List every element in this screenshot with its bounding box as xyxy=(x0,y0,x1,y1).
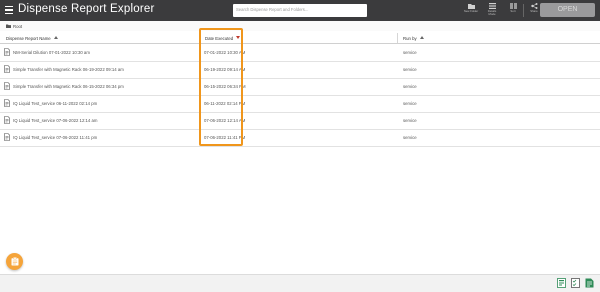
table-row[interactable]: Simple Transfer with Magnetic Rack 06-19… xyxy=(0,61,600,79)
report-document-icon xyxy=(4,65,10,73)
folder-icon xyxy=(6,24,11,28)
breadcrumb: Root xyxy=(0,21,600,31)
toolbar-divider xyxy=(523,4,524,17)
column-divider[interactable] xyxy=(397,33,398,43)
document-green-icon[interactable] xyxy=(585,278,594,288)
run-by: service xyxy=(403,67,417,72)
table-row[interactable]: IQ Liquid Test_service 07-06-2022 11:41 … xyxy=(0,129,600,147)
column-runby-label: Run by xyxy=(403,35,417,41)
checklist-icon[interactable] xyxy=(571,278,580,288)
sort-button[interactable]: Sort xyxy=(505,3,521,13)
app-header: Dispense Report Explorer Search Dispense… xyxy=(0,0,600,21)
column-header-name[interactable]: Dispense Report Name xyxy=(6,35,58,41)
table-row[interactable]: IQ Liquid Test_service 06-11-2022 02:14 … xyxy=(0,95,600,113)
table-header: Dispense Report Name Date Executed Run b… xyxy=(0,33,600,44)
report-document-icon xyxy=(4,82,10,90)
report-name: Simple Transfer with Magnetic Rack 06-19… xyxy=(13,67,124,72)
report-document-icon xyxy=(4,48,10,56)
column-name-label: Dispense Report Name xyxy=(6,35,51,41)
report-name: NM-Serial Dilution 07-01-2022 10:30 am xyxy=(13,50,90,55)
report-name: IQ Liquid Test_service 07-06-2022 11:41 … xyxy=(13,135,98,140)
app-title: Dispense Report Explorer xyxy=(18,3,155,15)
new-folder-label: New Folder xyxy=(463,9,479,13)
table-row[interactable]: IQ Liquid Test_service 07-06-2022 12:14 … xyxy=(0,112,600,130)
open-button[interactable]: OPEN xyxy=(540,3,595,17)
run-by: service xyxy=(403,135,417,140)
report-document-icon xyxy=(4,99,10,107)
table-row[interactable]: NM-Serial Dilution 07-01-2022 10:30 am 0… xyxy=(0,44,600,62)
report-document-icon xyxy=(4,116,10,124)
sort-label: Sort xyxy=(510,9,516,13)
search-placeholder: Search Dispense Report and Folders... xyxy=(236,7,309,12)
new-folder-button[interactable]: New Folder xyxy=(463,3,479,13)
report-name: IQ Liquid Test_service 06-11-2022 02:14 … xyxy=(13,101,98,106)
details-mode-button[interactable]: Details Mode xyxy=(484,3,500,16)
run-by: service xyxy=(403,101,417,106)
report-green-icon[interactable] xyxy=(557,278,566,288)
clipboard-icon xyxy=(11,257,18,266)
details-mode-label: Details Mode xyxy=(487,9,497,16)
run-by: service xyxy=(403,50,417,55)
report-name: Simple Transfer with Magnetic Rack 06-15… xyxy=(13,84,124,89)
run-by: service xyxy=(403,118,417,123)
run-by: service xyxy=(403,84,417,89)
report-document-icon xyxy=(4,133,10,141)
breadcrumb-root[interactable]: Root xyxy=(13,24,22,29)
table-row[interactable]: Simple Transfer with Magnetic Rack 06-15… xyxy=(0,78,600,96)
bottom-toolbar xyxy=(0,274,600,292)
report-name: IQ Liquid Test_service 07-06-2022 12:14 … xyxy=(13,118,98,123)
clipboard-fab-button[interactable] xyxy=(6,253,23,270)
date-column-highlight xyxy=(199,28,243,146)
hamburger-menu-icon[interactable] xyxy=(5,6,13,15)
sort-asc-icon xyxy=(53,35,58,39)
column-header-runby[interactable]: Run by xyxy=(403,35,424,41)
sort-asc-icon xyxy=(419,35,424,39)
search-input[interactable]: Search Dispense Report and Folders... xyxy=(233,4,367,17)
